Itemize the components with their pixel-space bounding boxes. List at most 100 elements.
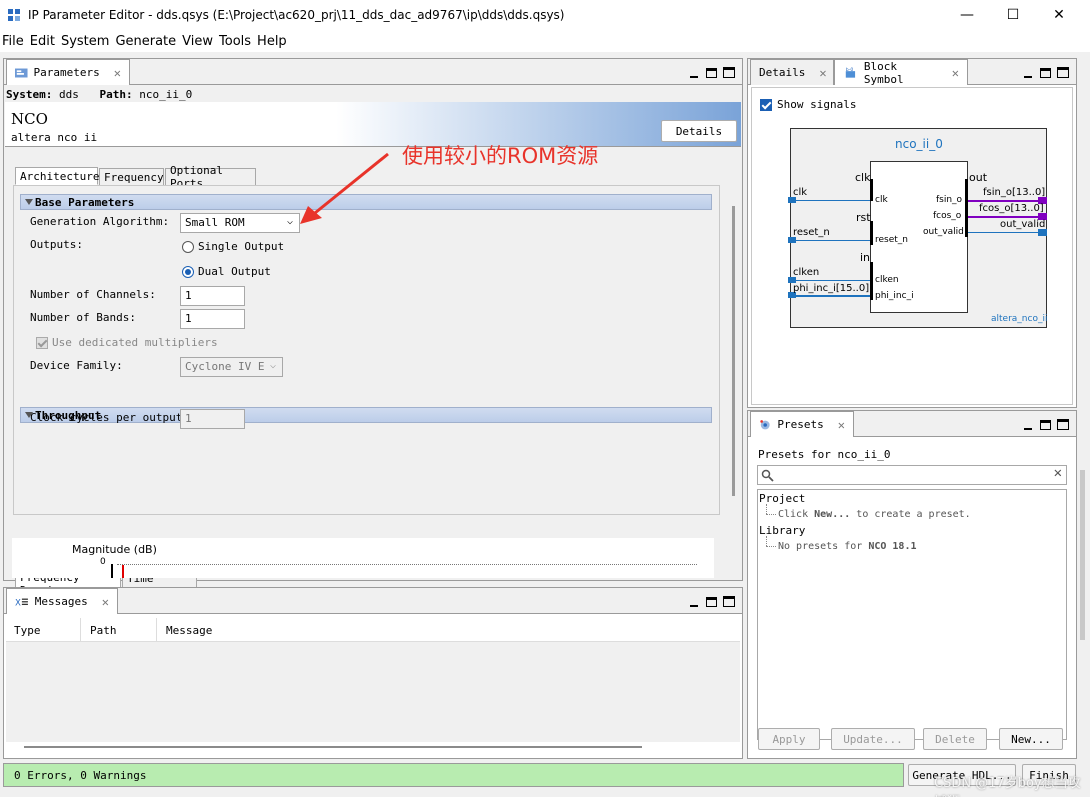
project-hint: Click New... to create a preset.: [778, 509, 971, 520]
checkbox-checked-icon: [760, 98, 772, 111]
minimize-button[interactable]: —: [944, 0, 990, 30]
close-icon[interactable]: ✕: [819, 66, 826, 80]
preset-search-input[interactable]: ✕: [757, 465, 1067, 485]
minimize-icon[interactable]: [1021, 66, 1034, 79]
minimize-icon[interactable]: [687, 66, 700, 79]
menu-file[interactable]: File: [0, 34, 27, 49]
column-path[interactable]: Path: [90, 624, 117, 637]
device-family-value: Cyclone IV E: [185, 360, 265, 373]
tab-block-symbol[interactable]: b-0 Block Symbol ✕: [834, 59, 968, 86]
wire-fsin: [968, 200, 1045, 202]
tab-messages[interactable]: X Messages ✕: [6, 588, 118, 614]
block-symbol-frame: nco_ii_0 altera_nco_ii clk rst in out cl: [788, 128, 1048, 328]
generation-algorithm-value: Small ROM: [185, 216, 245, 229]
clock-cycles-input[interactable]: 1: [180, 409, 245, 429]
parameters-panel: Parameters ✕ System: dds Path: nco_ii_0 …: [3, 58, 743, 598]
device-family-label: Device Family:: [30, 359, 123, 372]
radio-selected-icon: [182, 265, 194, 278]
column-message[interactable]: Message: [166, 624, 212, 637]
tab-parameters[interactable]: Parameters ✕: [6, 59, 130, 85]
scrollbar[interactable]: [732, 206, 735, 496]
device-family-select[interactable]: Cyclone IV E ⌵: [180, 357, 283, 377]
tab-architecture[interactable]: Architecture: [15, 167, 99, 185]
menu-edit[interactable]: Edit: [27, 34, 58, 49]
tab-parameters-label: Parameters: [33, 66, 100, 79]
plot-tick-0: 0: [100, 557, 106, 567]
component-name: altera_nco_ii: [991, 314, 1048, 324]
update-button[interactable]: Update...: [831, 728, 915, 750]
show-signals-checkbox[interactable]: Show signals: [760, 98, 856, 111]
maximize-icon[interactable]: [723, 596, 735, 607]
tab-details[interactable]: Details ✕: [750, 59, 834, 85]
menu-help[interactable]: Help: [254, 34, 290, 49]
restore-icon[interactable]: [1040, 420, 1051, 430]
plot-trace: [122, 565, 124, 578]
details-button[interactable]: Details: [661, 120, 737, 142]
ext-output-out-valid: out_valid: [1000, 219, 1046, 230]
close-icon[interactable]: ✕: [114, 66, 121, 80]
int-output-out-valid: out_valid: [923, 227, 964, 237]
maximize-icon[interactable]: [1057, 419, 1069, 430]
chevron-down-icon: ⌵: [269, 360, 276, 371]
show-signals-label: Show signals: [777, 98, 857, 111]
output-dual-radio[interactable]: Dual Output: [182, 265, 271, 278]
tree-connector: [766, 514, 776, 515]
clear-search-icon[interactable]: ✕: [1054, 465, 1062, 481]
messages-panel-controls: [687, 595, 735, 608]
minimize-icon[interactable]: [1021, 418, 1034, 431]
minimize-icon[interactable]: [687, 595, 700, 608]
block-symbol-panel-controls: [1021, 66, 1069, 79]
clock-cycles-label: Clock cycles per output:: [30, 411, 189, 424]
wire-reset-n: [791, 240, 870, 241]
maximize-icon[interactable]: [1057, 67, 1069, 78]
close-button[interactable]: ✕: [1036, 0, 1082, 30]
path-value: nco_ii_0: [139, 88, 193, 101]
status-bar: 0 Errors, 0 Warnings: [3, 763, 904, 787]
channels-input[interactable]: 1: [180, 286, 245, 306]
chevron-down-icon: ⌵: [286, 216, 293, 227]
generation-algorithm-select[interactable]: Small ROM ⌵: [180, 213, 300, 233]
system-label: System:: [6, 88, 53, 101]
presets-tree: Project Click New... to create a preset.…: [757, 489, 1067, 740]
menu-system[interactable]: System: [58, 34, 112, 49]
tab-presets[interactable]: Presets ✕: [750, 411, 854, 437]
presets-icon: [760, 419, 770, 429]
close-icon[interactable]: ✕: [102, 595, 109, 609]
group-label-rst: rst: [856, 211, 871, 224]
restore-icon[interactable]: [706, 68, 717, 78]
output-single-radio[interactable]: Single Output: [182, 240, 284, 253]
horizontal-scrollbar[interactable]: [24, 746, 642, 748]
tree-connector: [766, 546, 776, 547]
tab-details-label: Details: [759, 66, 806, 79]
dedicated-multipliers-checkbox[interactable]: Use dedicated multipliers: [36, 336, 218, 349]
int-input-clken: clken: [875, 275, 899, 285]
apply-button[interactable]: Apply: [758, 728, 820, 750]
close-icon[interactable]: ✕: [838, 418, 845, 432]
component-subtitle: altera nco ii: [11, 131, 98, 144]
messages-list: [6, 642, 740, 742]
close-icon[interactable]: ✕: [952, 66, 959, 80]
output-single-label: Single Output: [198, 240, 285, 253]
restore-icon[interactable]: [706, 597, 717, 607]
wire-clk: [791, 200, 870, 201]
window-scrollbar[interactable]: [1080, 470, 1085, 640]
new-preset-button[interactable]: New...: [999, 728, 1063, 750]
menu-view[interactable]: View: [179, 34, 216, 49]
menu-tools[interactable]: Tools: [216, 34, 254, 49]
maximize-button[interactable]: ☐: [990, 0, 1036, 30]
restore-icon[interactable]: [1040, 68, 1051, 78]
menu-generate[interactable]: Generate: [112, 34, 179, 49]
port-icon: [1038, 229, 1047, 236]
bands-input[interactable]: 1: [180, 309, 245, 329]
tab-optional-ports[interactable]: Optional Ports: [165, 164, 256, 190]
bands-label: Number of Bands:: [30, 311, 136, 324]
maximize-icon[interactable]: [723, 67, 735, 78]
column-type[interactable]: Type: [14, 624, 41, 637]
delete-button[interactable]: Delete: [923, 728, 987, 750]
tree-connector: [766, 504, 767, 514]
system-path-row: System: dds Path: nco_ii_0: [6, 88, 192, 101]
int-input-clk: clk: [875, 195, 888, 205]
tab-frequency[interactable]: Frequency: [99, 168, 164, 186]
column-divider: [80, 618, 81, 642]
arrow-icon: [300, 152, 389, 224]
